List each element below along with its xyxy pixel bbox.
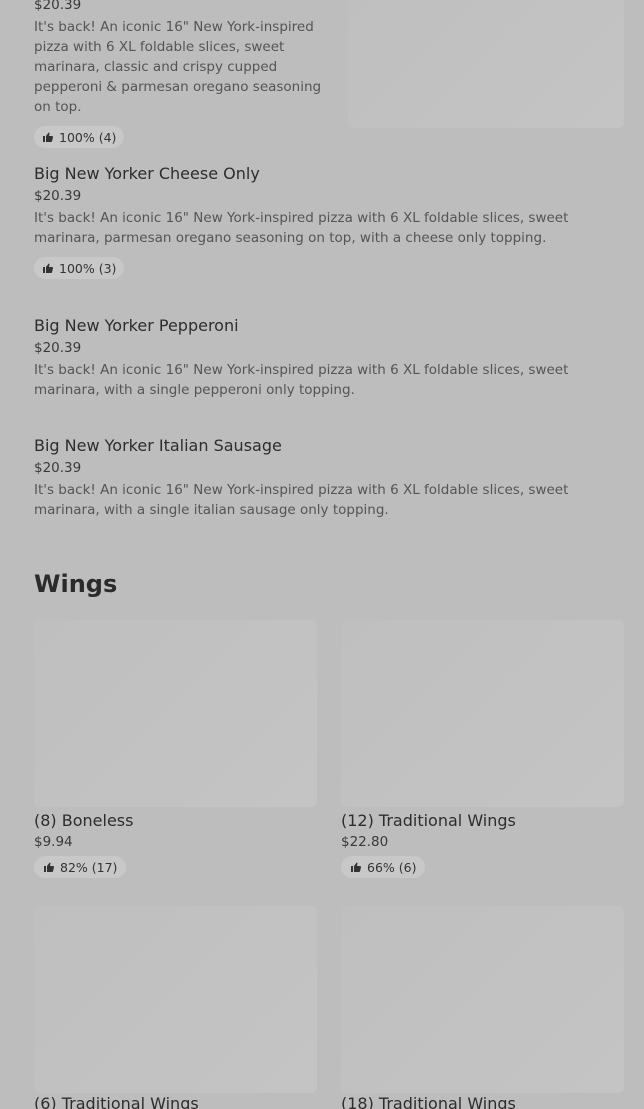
rating-badge: 66% (6) xyxy=(341,856,426,878)
card-title: (18) Traditional Wings xyxy=(341,1094,516,1109)
menu-page: $20.39 It's back! An iconic 16" New York… xyxy=(0,0,644,1109)
thumbs-up-icon xyxy=(43,263,54,273)
item-description: It's back! An iconic 16" New York-inspir… xyxy=(34,362,569,398)
item-price: $20.39 xyxy=(34,460,82,476)
card-title: (6) Traditional Wings xyxy=(34,1094,199,1109)
thumbs-up-icon xyxy=(44,862,55,872)
card-image-placeholder[interactable] xyxy=(34,906,317,1093)
item-price: $20.39 xyxy=(34,340,82,356)
rating-text: 66% (6) xyxy=(367,859,417,875)
item-description: It's back! An iconic 16" New York-inspir… xyxy=(34,210,569,246)
card-title: (12) Traditional Wings xyxy=(341,811,516,830)
wing-card-18-traditional[interactable]: (18) Traditional Wings xyxy=(341,1094,624,1109)
rating-text: 100% (4) xyxy=(59,129,117,145)
item-image-placeholder[interactable] xyxy=(348,0,624,128)
section-title-wings: Wings xyxy=(34,570,118,598)
menu-item-italian-sausage[interactable]: Big New Yorker Italian Sausage $20.39 It… xyxy=(34,436,614,520)
item-price: $20.39 xyxy=(34,188,82,204)
rating-badge: 82% (17) xyxy=(34,856,127,878)
item-price: $20.39 xyxy=(34,0,82,13)
rating-text: 100% (3) xyxy=(59,260,117,276)
menu-item-pepperoni-classic[interactable]: $20.39 It's back! An iconic 16" New York… xyxy=(34,0,334,148)
thumbs-up-icon xyxy=(351,862,362,872)
card-image-placeholder[interactable] xyxy=(341,906,624,1093)
item-description: It's back! An iconic 16" New York-inspir… xyxy=(34,482,569,518)
card-title: (8) Boneless xyxy=(34,811,134,830)
wing-card-6-traditional[interactable]: (6) Traditional Wings xyxy=(34,1094,317,1109)
item-title: Big New Yorker Italian Sausage xyxy=(34,436,282,455)
rating-badge: 100% (4) xyxy=(34,126,125,148)
item-description: It's back! An iconic 16" New York-inspir… xyxy=(34,19,322,115)
item-title: Big New Yorker Cheese Only xyxy=(34,164,260,183)
card-image-placeholder[interactable] xyxy=(34,620,317,807)
item-title: Big New Yorker Pepperoni xyxy=(34,316,239,335)
menu-item-cheese-only[interactable]: Big New Yorker Cheese Only $20.39 It's b… xyxy=(34,164,614,279)
rating-badge: 100% (3) xyxy=(34,257,125,279)
card-price: $9.94 xyxy=(34,834,73,850)
thumbs-up-icon xyxy=(43,132,54,142)
wing-card-boneless[interactable]: (8) Boneless $9.94 82% (17) xyxy=(34,811,317,878)
menu-item-pepperoni[interactable]: Big New Yorker Pepperoni $20.39 It's bac… xyxy=(34,316,614,400)
rating-text: 82% (17) xyxy=(60,859,118,875)
card-image-placeholder[interactable] xyxy=(341,620,624,807)
wing-card-12-traditional[interactable]: (12) Traditional Wings $22.80 66% (6) xyxy=(341,811,624,878)
card-price: $22.80 xyxy=(341,834,389,850)
